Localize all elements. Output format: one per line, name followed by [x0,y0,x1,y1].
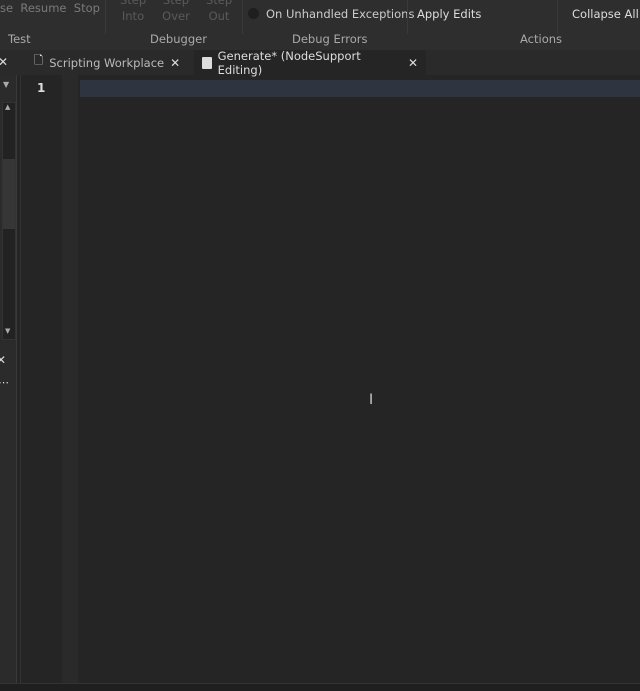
label: Step [120,0,147,7]
group-label-test: Test [8,32,31,46]
scroll-down-icon[interactable]: ▼ [5,327,10,335]
place-icon: 🗋 [34,53,44,67]
tab-label: Scripting Workplace [49,55,165,70]
exceptions-label[interactable]: On Unhandled Exceptions [266,7,414,21]
step-over-button[interactable]: Step Over [162,0,190,24]
group-label-actions: Actions [520,32,563,46]
close-icon[interactable]: ✕ [0,55,8,69]
step-into-button[interactable]: Step Into [120,0,146,24]
script-icon [202,56,212,69]
divider [105,0,106,34]
close-icon[interactable]: ✕ [170,56,180,70]
exceptions-radio[interactable] [248,8,259,19]
divider [557,0,558,34]
group-label-debugger: Debugger [150,32,207,46]
close-icon[interactable]: ✕ [0,353,6,367]
step-out-button[interactable]: Step Out [206,0,232,24]
tab-scripting-workplace[interactable]: 🗋 Scripting Workplace ✕ [26,50,188,75]
apply-edits-button[interactable]: Apply Edits [417,7,481,21]
scrollbar-thumb[interactable] [3,159,15,229]
line-number-gutter: 1 [20,75,63,683]
tab-generate[interactable]: Generate* (NodeSupport Editing) ✕ [194,48,426,77]
label: Out [208,9,230,23]
test-buttons[interactable]: se Resume Stop [0,1,100,15]
dropdown-arrow-icon[interactable]: ▼ [3,80,9,89]
more-icon[interactable]: ⋯ [0,376,9,389]
line-number: 1 [37,81,46,95]
scrollbar[interactable]: ▲ ▼ [2,102,16,340]
tab-bar: ✕ 🗋 Scripting Workplace ✕ Generate* (Nod… [0,48,640,77]
label: Over [162,9,190,23]
code-editor[interactable] [80,97,640,683]
label: Into [121,9,145,23]
tab-label: Generate* (NodeSupport Editing) [217,48,361,77]
divider [407,0,408,34]
left-panel: ▼ ▲ ▼ ✕ ⋯ [0,75,17,685]
current-line-highlight[interactable] [80,80,640,97]
divider [242,0,243,34]
scroll-up-icon[interactable]: ▲ [5,103,10,111]
ribbon: se Resume Stop Step Into Step Over Step Out… [0,0,640,51]
collapse-all-button[interactable]: Collapse All F [572,7,640,21]
label: Step [162,0,190,7]
group-label-debug-errors: Debug Errors [292,32,368,46]
label: Step [206,0,233,7]
fold-margin [62,75,78,683]
text-cursor-icon: I [369,392,374,408]
close-icon[interactable]: ✕ [408,56,418,70]
